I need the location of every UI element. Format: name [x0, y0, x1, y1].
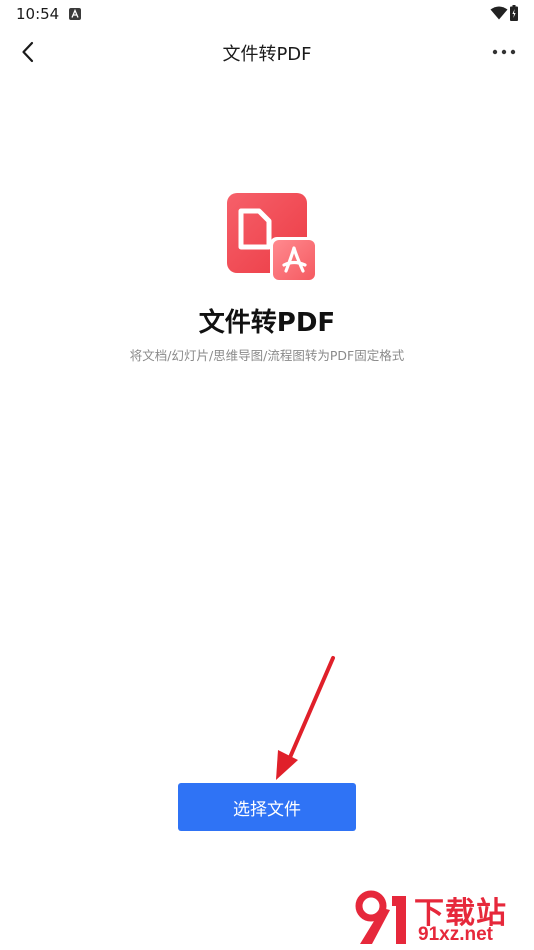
- more-dots-icon: [492, 49, 516, 55]
- file-to-pdf-icon: [227, 193, 317, 283]
- select-file-button[interactable]: 选择文件: [178, 783, 356, 831]
- status-time: 10:54: [16, 5, 60, 23]
- battery-icon: [510, 5, 518, 21]
- annotation-arrow-icon: [276, 656, 335, 780]
- notification-app-icon: [69, 8, 81, 20]
- hero-subtitle: 将文档/幻灯片/思维导图/流程图转为PDF固定格式: [129, 348, 405, 363]
- more-options-button[interactable]: [490, 40, 518, 64]
- page-title: 文件转PDF: [222, 44, 312, 65]
- watermark-domain: 91xz.net: [418, 924, 493, 945]
- status-bar: 10:54: [0, 0, 534, 28]
- app-bar: 文件转PDF: [0, 28, 534, 76]
- watermark-logo-icon: [355, 890, 406, 944]
- wifi-icon: [490, 6, 508, 20]
- hero-title: 文件转PDF: [198, 308, 336, 338]
- watermark: 下载站 91xz.net: [352, 888, 528, 948]
